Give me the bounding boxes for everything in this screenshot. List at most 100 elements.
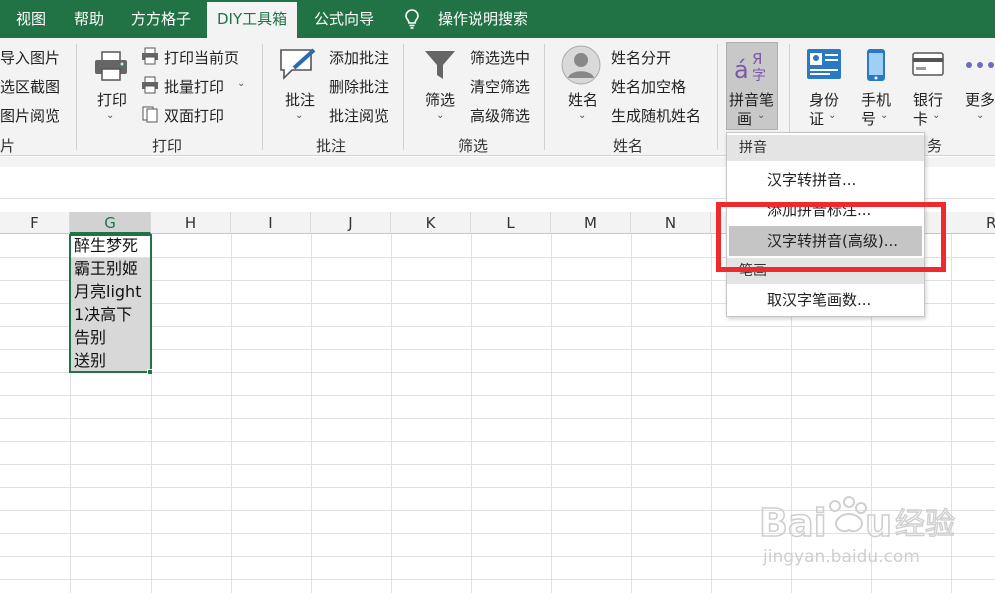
grid-line — [711, 234, 712, 593]
group-separator — [262, 44, 263, 150]
grid-line — [0, 441, 995, 442]
phone-label-1[interactable]: 手机 — [861, 89, 891, 110]
column-header-g[interactable]: G — [70, 212, 151, 234]
svg-text:经验: 经验 — [895, 507, 955, 542]
chevron-down-icon[interactable]: ⌄ — [976, 110, 984, 121]
lightbulb-icon — [405, 9, 419, 29]
split-name-button[interactable]: 姓名分开 — [611, 47, 671, 68]
printer-icon — [95, 51, 127, 81]
tab-search[interactable]: 操作说明搜索 — [438, 0, 528, 38]
grid-line — [311, 234, 312, 593]
chevron-down-icon[interactable]: ⌄ — [436, 110, 444, 121]
idcard-label-1[interactable]: 身份 — [809, 89, 839, 110]
filter-icon — [425, 51, 455, 79]
filter-selected-button[interactable]: 筛选选中 — [470, 47, 530, 68]
group-label-image: 片 — [0, 137, 16, 155]
column-header-h[interactable]: H — [151, 212, 231, 234]
column-header-k[interactable]: K — [391, 212, 471, 234]
chevron-down-icon: ⌄ — [757, 110, 766, 121]
ribbon-tab-bar: 视图 帮助 方方格子 DIY工具箱 公式向导 操作说明搜索 — [0, 0, 995, 38]
clear-filter-button[interactable]: 清空筛选 — [470, 76, 530, 97]
grid-line — [0, 395, 995, 396]
comment-icon — [280, 48, 316, 80]
grid-line — [551, 234, 552, 593]
pinyin-icon: á Я 字 — [734, 50, 766, 82]
menu-item-stroke-count[interactable]: 取汉字笔画数... — [727, 285, 924, 315]
svg-text:字: 字 — [752, 68, 766, 82]
baidu-jingyan-watermark: Bai u 经验 jingyan.baidu.com — [758, 496, 956, 567]
print-page-icon — [142, 47, 158, 65]
svg-text:Я: Я — [752, 50, 762, 68]
column-header-m[interactable]: M — [551, 212, 631, 234]
selection-border — [69, 234, 152, 373]
grid-line — [0, 579, 995, 580]
duplex-print-button[interactable]: 双面打印 — [164, 105, 224, 126]
filter-button[interactable]: 筛选 — [425, 89, 455, 110]
view-comments-button[interactable]: 批注阅览 — [329, 105, 389, 126]
chevron-down-icon[interactable]: ⌄ — [106, 110, 114, 121]
column-header-n[interactable]: N — [631, 212, 711, 234]
group-label-partial: 务 — [927, 137, 943, 155]
bank-card-icon — [912, 52, 944, 76]
bank-label-2[interactable]: 卡 — [913, 108, 928, 129]
column-header-r[interactable]: R — [951, 212, 995, 234]
batch-print-button[interactable]: 批量打印 — [164, 76, 224, 97]
chevron-down-icon[interactable]: ⌄ — [880, 110, 888, 121]
comment-button[interactable]: 批注 — [285, 89, 315, 110]
tab-fangfang[interactable]: 方方格子 — [131, 0, 191, 38]
highlight-annotation-box — [716, 202, 946, 272]
tab-formula-wizard[interactable]: 公式向导 — [314, 0, 374, 38]
random-name-button[interactable]: 生成随机姓名 — [611, 105, 701, 126]
more-dots-icon — [966, 62, 994, 68]
mobile-phone-icon — [867, 49, 885, 81]
batch-print-icon — [142, 76, 158, 94]
person-avatar-icon — [561, 45, 601, 85]
tab-diy-toolbox[interactable]: DIY工具箱 — [207, 2, 298, 38]
print-current-page-button[interactable]: 打印当前页 — [164, 47, 239, 68]
grid-line — [0, 487, 995, 488]
svg-text:jingyan.baidu.com: jingyan.baidu.com — [762, 547, 920, 567]
region-screenshot-button[interactable]: 选区截图 — [0, 76, 60, 97]
chevron-down-icon[interactable]: ⌄ — [295, 110, 303, 121]
name-button[interactable]: 姓名 — [568, 89, 598, 110]
import-image-button[interactable]: 导入图片 — [0, 47, 60, 68]
grid-line — [231, 234, 232, 593]
grid-line — [0, 418, 995, 419]
chevron-down-icon[interactable]: ⌄ — [237, 78, 245, 89]
grid-line — [391, 234, 392, 593]
tab-view[interactable]: 视图 — [16, 0, 46, 38]
group-separator — [76, 44, 77, 150]
advanced-filter-button[interactable]: 高级筛选 — [470, 105, 530, 126]
phone-label-2[interactable]: 号 — [861, 108, 876, 129]
add-comment-button[interactable]: 添加批注 — [329, 47, 389, 68]
image-viewer-button[interactable]: 图片阅览 — [0, 105, 60, 126]
print-button[interactable]: 打印 — [97, 89, 127, 110]
tab-help[interactable]: 帮助 — [74, 0, 104, 38]
bank-label-1[interactable]: 银行 — [913, 89, 943, 110]
excel-window: 视图 帮助 方方格子 DIY工具箱 公式向导 操作说明搜索 导入图片 选区截图 … — [0, 0, 995, 593]
fill-handle[interactable] — [147, 369, 153, 375]
svg-text:á: á — [734, 56, 749, 82]
column-header-l[interactable]: L — [471, 212, 551, 234]
menu-item-hanzi-to-pinyin[interactable]: 汉字转拼音... — [727, 165, 924, 195]
column-header-f[interactable]: F — [0, 212, 70, 234]
group-separator — [717, 44, 718, 150]
group-separator — [544, 44, 545, 150]
delete-comment-button[interactable]: 删除批注 — [329, 76, 389, 97]
column-header-i[interactable]: I — [231, 212, 311, 234]
grid-line — [0, 464, 995, 465]
group-label-filter: 筛选 — [458, 137, 489, 155]
idcard-label-2[interactable]: 证 — [809, 108, 824, 129]
more-button[interactable]: 更多 — [965, 89, 995, 110]
name-add-space-button[interactable]: 姓名加空格 — [611, 76, 686, 97]
pinyin-label-2: 画 — [737, 110, 753, 128]
group-label-comment: 批注 — [316, 137, 347, 155]
grid-line — [631, 234, 632, 593]
id-card-icon — [807, 49, 841, 79]
pinyin-label-1: 拼音笔 — [729, 91, 775, 109]
column-header-j[interactable]: J — [311, 212, 391, 234]
chevron-down-icon[interactable]: ⌄ — [932, 110, 940, 121]
group-label-print: 打印 — [152, 137, 183, 155]
chevron-down-icon[interactable]: ⌄ — [578, 110, 586, 121]
chevron-down-icon[interactable]: ⌄ — [828, 110, 836, 121]
